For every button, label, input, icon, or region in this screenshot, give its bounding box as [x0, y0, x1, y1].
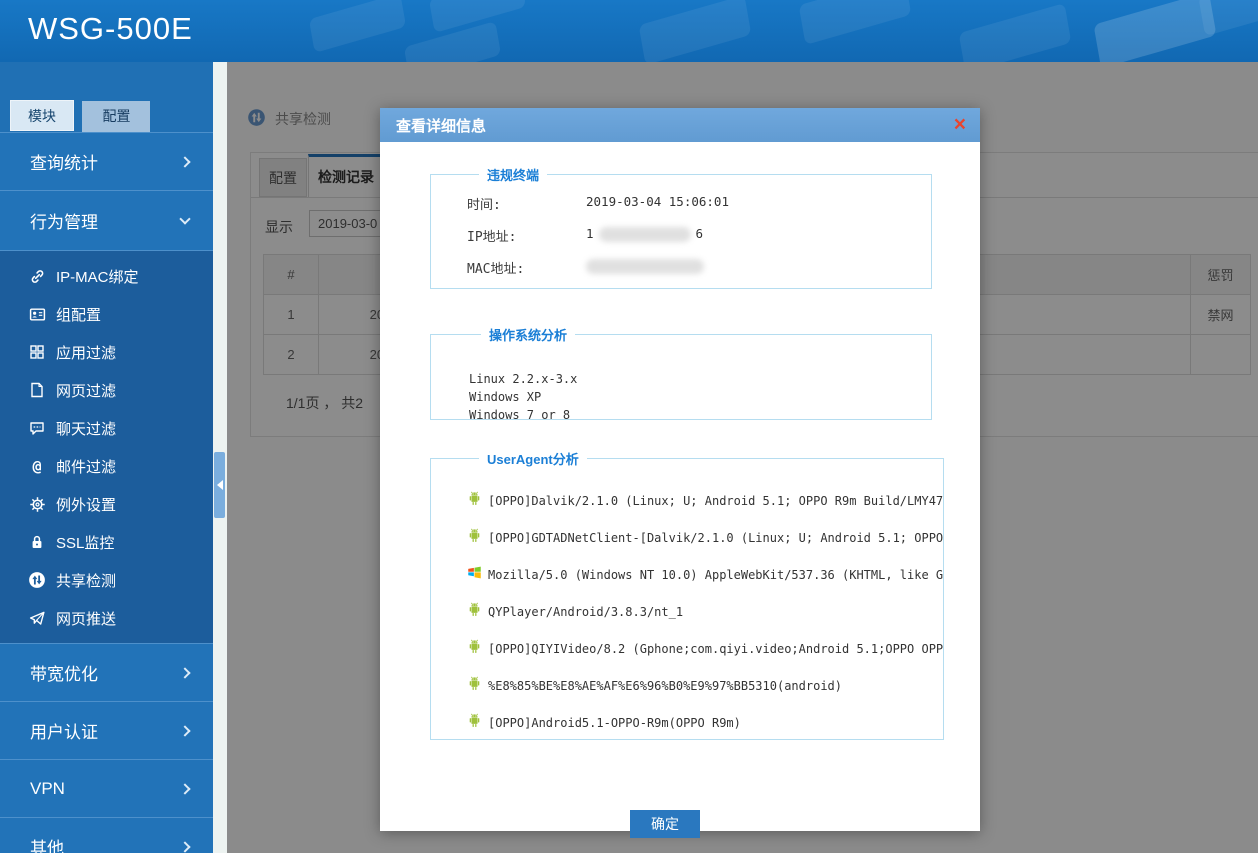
link-icon	[28, 267, 46, 285]
ua-item: [OPPO]Dalvik/2.1.0 (Linux; U; Android 5.…	[467, 482, 943, 519]
gear-icon	[28, 495, 46, 513]
sidebar-item-web-filter[interactable]: 网页过滤	[0, 371, 213, 409]
mac-label: MAC地址:	[467, 258, 586, 277]
ua-item: QYPlayer/Android/3.8.3/nt_1	[467, 593, 943, 630]
redacted-ip	[599, 227, 691, 242]
at-icon: @	[28, 457, 46, 475]
send-icon	[28, 609, 46, 627]
ua-item: [OPPO]QIYIVideo/8.2 (Gphone;com.qiyi.vid…	[467, 630, 943, 667]
useragent-analysis-section: UserAgent分析 [OPPO]Dalvik/2.1.0 (Linux; U…	[430, 449, 944, 740]
share-detect-icon	[28, 571, 46, 589]
time-label: 时间:	[467, 194, 586, 213]
sidebar-group-query-stats[interactable]: 查询统计	[0, 132, 213, 190]
android-icon	[467, 638, 482, 659]
sidebar-item-web-push[interactable]: 网页推送	[0, 599, 213, 637]
id-card-icon	[28, 305, 46, 323]
ok-button[interactable]: 确定	[630, 810, 700, 838]
app-title: WSG-500E	[28, 11, 193, 47]
ua-item: [OPPO]GDTADNetClient-[Dalvik/2.1.0 (Linu…	[467, 519, 943, 556]
modal-body: 违规终端 时间: 2019-03-04 15:06:01 IP地址: 16 MA…	[380, 165, 980, 853]
keyboard-texture	[799, 0, 912, 45]
ip-row: IP地址: 16	[467, 226, 931, 245]
section-legend: 违规终端	[479, 165, 547, 184]
section-legend: UserAgent分析	[479, 449, 587, 468]
android-icon	[467, 712, 482, 733]
os-analysis-section: 操作系统分析 Linux 2.2.x-3.x Windows XP Window…	[430, 325, 932, 420]
time-value: 2019-03-04 15:06:01	[586, 194, 729, 213]
sidebar-tab-strip: 模块 配置	[0, 62, 213, 132]
os-line: Windows 7 or 8	[469, 406, 931, 424]
android-icon	[467, 675, 482, 696]
keyboard-texture	[309, 0, 406, 53]
sidebar-gutter	[213, 62, 227, 853]
ua-item: %E8%85%BE%E8%AE%AF%E6%96%B0%E9%97%BB5310…	[467, 667, 943, 704]
sidebar-item-app-filter[interactable]: 应用过滤	[0, 333, 213, 371]
sidebar-group-vpn[interactable]: VPN	[0, 759, 213, 817]
android-icon	[467, 527, 482, 548]
sidebar: 模块 配置 查询统计 行为管理 IP-MAC绑定 组配置 应用过滤 网页过滤 聊…	[0, 62, 213, 853]
modal-title: 查看详细信息	[396, 115, 954, 136]
sidebar-group-user-auth[interactable]: 用户认证	[0, 701, 213, 759]
modal-header: 查看详细信息 ×	[380, 108, 980, 142]
sidebar-item-ssl-monitor[interactable]: SSL监控	[0, 523, 213, 561]
mac-value	[586, 258, 709, 277]
chevron-down-icon	[179, 213, 190, 224]
chevron-right-icon	[179, 156, 190, 167]
android-icon	[467, 601, 482, 622]
os-line: Windows XP	[469, 388, 931, 406]
chevron-right-icon	[179, 667, 190, 678]
sidebar-item-mail-filter[interactable]: @ 邮件过滤	[0, 447, 213, 485]
ip-value: 16	[586, 226, 703, 245]
ip-label: IP地址:	[467, 226, 586, 245]
grid-icon	[28, 343, 46, 361]
sidebar-tab-config[interactable]: 配置	[82, 101, 150, 132]
sidebar-submenu: IP-MAC绑定 组配置 应用过滤 网页过滤 聊天过滤 @ 邮件过滤 例外设置	[0, 250, 213, 643]
os-line: Linux 2.2.x-3.x	[469, 370, 931, 388]
keyboard-texture	[959, 3, 1072, 62]
time-row: 时间: 2019-03-04 15:06:01	[467, 194, 931, 213]
close-icon[interactable]: ×	[954, 115, 966, 135]
keyboard-texture	[1093, 0, 1216, 62]
sidebar-group-behavior-mgmt[interactable]: 行为管理	[0, 190, 213, 250]
ua-item: [OPPO]Android5.1-OPPO-R9m(OPPO R9m)	[467, 704, 943, 740]
sidebar-item-group-config[interactable]: 组配置	[0, 295, 213, 333]
sidebar-tab-module[interactable]: 模块	[10, 100, 74, 131]
redacted-mac	[586, 259, 704, 274]
chevron-right-icon	[179, 725, 190, 736]
windows-icon	[467, 565, 482, 585]
sidebar-item-exception-settings[interactable]: 例外设置	[0, 485, 213, 523]
sidebar-group-other[interactable]: 其他	[0, 817, 213, 853]
detail-modal: 查看详细信息 × 违规终端 时间: 2019-03-04 15:06:01 IP…	[380, 108, 980, 831]
sidebar-collapse-handle[interactable]	[214, 452, 225, 518]
keyboard-texture	[1198, 0, 1258, 36]
sidebar-group-bandwidth[interactable]: 带宽优化	[0, 643, 213, 701]
lock-icon	[28, 533, 46, 551]
sidebar-item-chat-filter[interactable]: 聊天过滤	[0, 409, 213, 447]
sidebar-item-ip-mac-binding[interactable]: IP-MAC绑定	[0, 257, 213, 295]
app-header: WSG-500E	[0, 0, 1258, 62]
android-icon	[467, 490, 482, 511]
chat-icon	[28, 419, 46, 437]
collapse-left-icon	[217, 480, 223, 490]
mac-row: MAC地址:	[467, 258, 931, 277]
keyboard-texture	[639, 0, 752, 62]
chevron-right-icon	[179, 841, 190, 852]
ua-item: Mozilla/5.0 (Windows NT 10.0) AppleWebKi…	[467, 556, 943, 593]
chevron-right-icon	[179, 783, 190, 794]
section-legend: 操作系统分析	[481, 325, 575, 344]
webpage-icon	[28, 381, 46, 399]
violating-terminal-section: 违规终端 时间: 2019-03-04 15:06:01 IP地址: 16 MA…	[430, 165, 932, 289]
sidebar-item-share-detect[interactable]: 共享检测	[0, 561, 213, 599]
